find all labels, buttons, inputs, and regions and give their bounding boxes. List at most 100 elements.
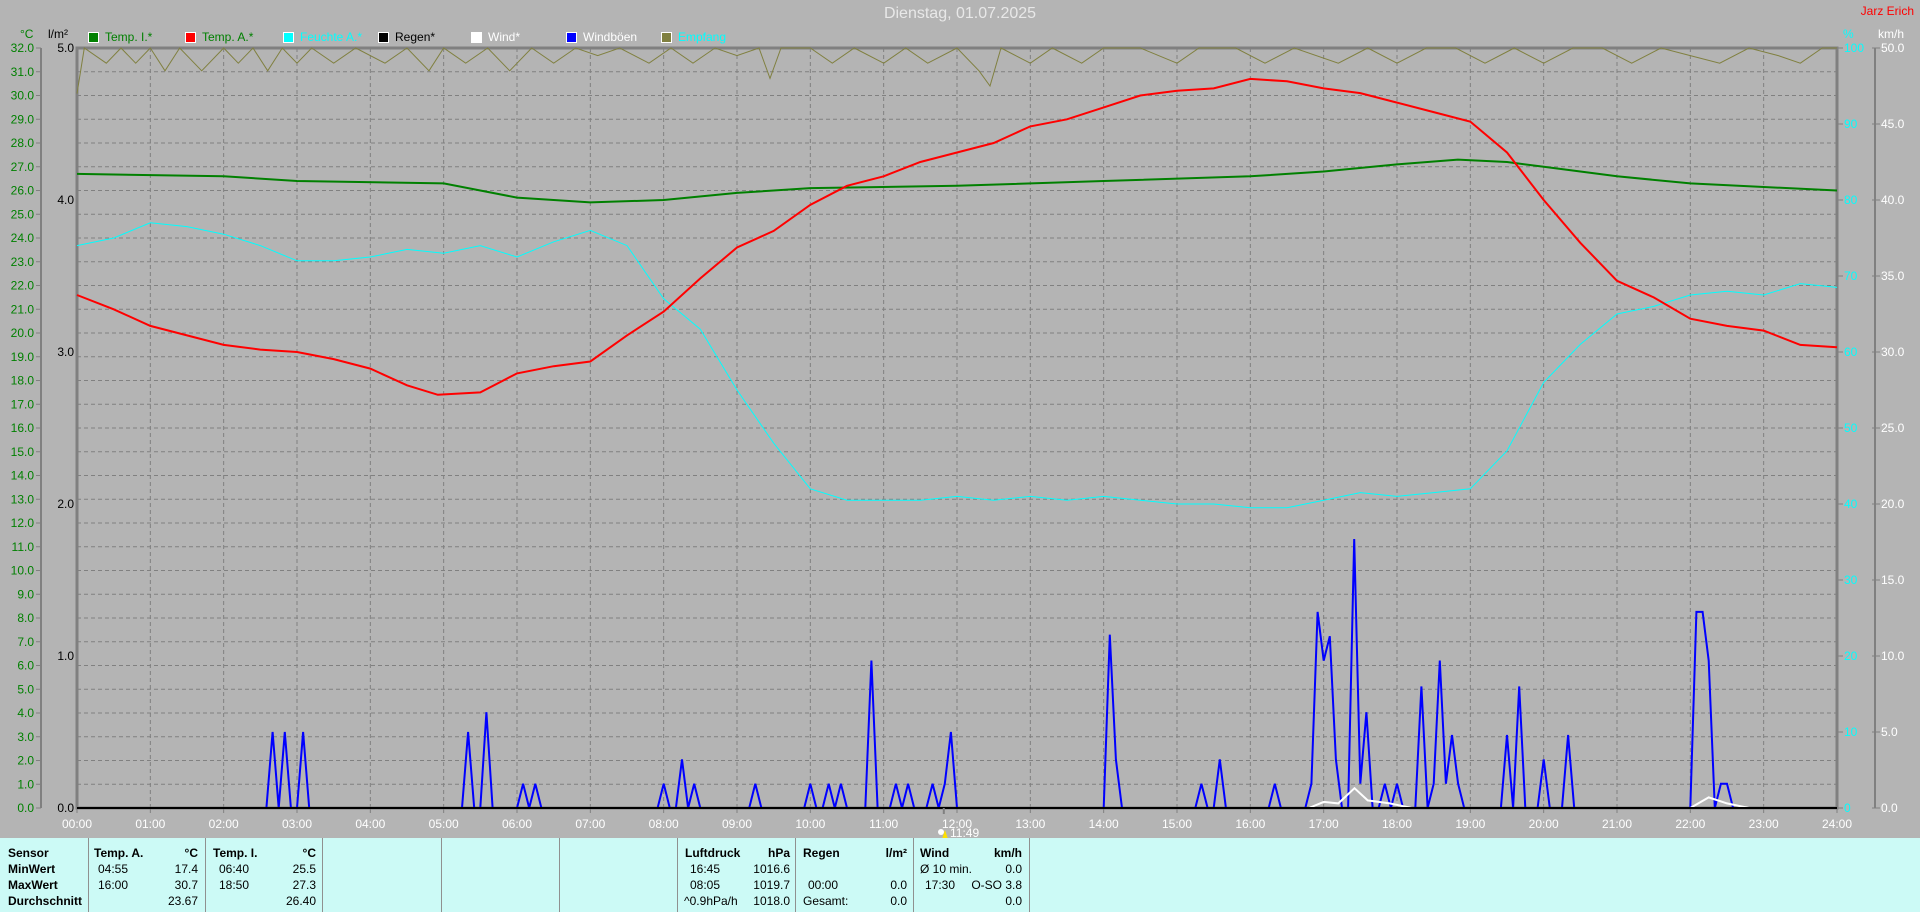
humidity-axis-label: 50 [1844,421,1858,435]
x-axis-label: 10:00 [795,817,825,831]
wind-axis-label: 15.0 [1881,573,1905,587]
rain-total: 0.0 [890,894,907,908]
temp-i-max-time: 18:50 [219,878,250,892]
x-axis-label: 17:00 [1309,817,1339,831]
temp-axis-label: 0.0 [17,801,34,815]
temp-axis-label: 11.0 [12,540,35,554]
temp-axis-label: 8.0 [17,611,34,625]
humidity-axis-label: 70 [1844,269,1858,283]
temp-axis-label: 18.0 [11,374,35,388]
temp-a-max-time: 16:00 [98,878,129,892]
pressure-min: 1016.6 [753,862,790,876]
wind-unit: km/h [993,846,1022,860]
temp-axis-label: 22.0 [11,279,35,293]
x-axis-label: 20:00 [1529,817,1559,831]
humidity-axis-label: 10 [1844,725,1858,739]
temp-axis-label: 2.0 [17,754,34,768]
x-axis-label: 18:00 [1382,817,1412,831]
temp-i-min-time: 06:40 [219,862,250,876]
pressure-max-time: 08:05 [690,878,721,892]
temp-axis-label: 1.0 [17,777,34,791]
x-axis-label: 09:00 [722,817,752,831]
temp-axis-label: 24.0 [11,231,35,245]
temp-i-min: 25.5 [292,862,316,876]
temp-a-avg: 23.67 [167,894,198,908]
wind-axis-label: 40.0 [1881,193,1905,207]
rain-axis-label: 2.0 [57,497,74,511]
temp-axis-label: 7.0 [17,635,34,649]
temp-axis-label: 30.0 [11,89,35,103]
pressure-header: Luftdruck [685,846,741,860]
temp-axis-label: 21.0 [11,302,35,316]
wind-axis-label: 5.0 [1881,725,1898,739]
temp-a-min: 17.4 [174,862,198,876]
rain-axis-label: 4.0 [57,193,74,207]
x-axis-label: 06:00 [502,817,532,831]
temp-axis-label: 28.0 [11,136,35,150]
x-axis-label: 22:00 [1675,817,1705,831]
row-label-avg: Durchschnitt [8,894,83,908]
x-axis-label: 05:00 [429,817,459,831]
temp-axis-label: 5.0 [17,682,34,696]
temp-axis-label: 9.0 [17,587,34,601]
pressure-trend: ^0.9hPa/h [684,894,738,908]
wind-max-time: 17:30 [925,878,956,892]
temp-axis-label: 16.0 [11,421,35,435]
temp-i-avg: 26.40 [285,894,316,908]
wind-axis-label: 0.0 [1881,801,1898,815]
pressure-min-time: 16:45 [690,862,721,876]
wind-header: Wind [920,846,950,860]
wind-axis-label: 50.0 [1881,41,1905,55]
x-axis-label: 08:00 [649,817,679,831]
wind-max: O-SO 3.8 [971,878,1022,892]
temp-axis-label: 32.0 [11,41,35,55]
humidity-axis-label: 60 [1844,345,1858,359]
humidity-axis-label: 0 [1844,801,1851,815]
rain-total-label: Gesamt: [803,894,849,908]
rain-axis-label: 1.0 [57,649,74,663]
temp-a-max: 30.7 [174,878,198,892]
wind-axis-label: 10.0 [1881,649,1905,663]
wind-axis-label: 35.0 [1881,269,1905,283]
humidity-axis-label: 40 [1844,497,1858,511]
x-axis-label: 11:00 [869,817,898,831]
temp-a-unit: °C [184,846,198,860]
x-axis-label: 04:00 [355,817,385,831]
x-axis-label: 15:00 [1162,817,1192,831]
x-axis-label: 21:00 [1602,817,1632,831]
wind-avg-label: Ø 10 min. [920,862,973,876]
x-axis-label: 19:00 [1455,817,1485,831]
temp-axis-label: 10.0 [11,564,35,578]
x-axis-label: 23:00 [1749,817,1779,831]
temp-axis-label: 25.0 [11,207,35,221]
temp-axis-label: 3.0 [17,730,34,744]
x-axis-label: 07:00 [575,817,605,831]
humidity-axis-label: 30 [1844,573,1858,587]
temp-a-header: Temp. A. [94,846,144,860]
weather-chart: 0.0 1.0 2.0 3.0 4.0 5.0 6.0 7.0 8.0 9.0 10.0 11.0 12… [11,41,1905,831]
temp-axis-label: 15.0 [11,445,35,459]
rain-unit: l/m² [885,846,907,860]
x-axis-label: 03:00 [282,817,312,831]
temp-axis-label: 27.0 [11,160,35,174]
temp-i-header: Temp. I. [213,846,258,860]
pressure-max: 1019.7 [753,878,790,892]
sun-marker-icon [937,828,949,839]
wind-axis-label: 25.0 [1881,421,1905,435]
rain-axis-label: 5.0 [57,41,74,55]
temp-axis-label: 26.0 [11,184,35,198]
temp-axis-label: 20.0 [11,326,35,340]
series-wind [1308,786,1750,809]
pressure-avg: 1018.0 [753,894,790,908]
summary-table: Sensor MinWert MaxWert Durchschnitt Temp… [0,838,1920,912]
temp-i-max: 27.3 [292,878,316,892]
row-label-max: MaxWert [8,878,58,892]
wind-axis-label: 45.0 [1881,117,1905,131]
row-label-min: MinWert [8,862,56,876]
temp-axis-label: 6.0 [17,659,34,673]
temp-axis-label: 4.0 [17,706,34,720]
rain-time: 00:00 [808,878,839,892]
x-axis-label: 00:00 [62,817,92,831]
temp-axis-label: 31.0 [11,65,35,79]
x-axis-label: 24:00 [1822,817,1852,831]
